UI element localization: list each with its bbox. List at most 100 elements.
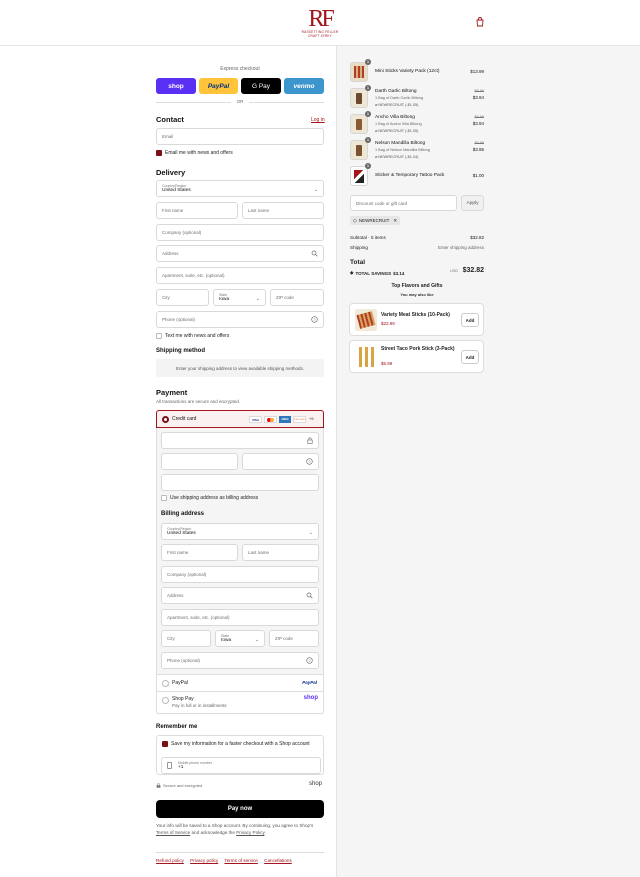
shop-pay-subtitle: Pay in full or in installments	[172, 703, 227, 708]
product-thumbnail	[350, 88, 368, 108]
billing-city-field[interactable]: City	[161, 630, 211, 647]
billing-phone-field[interactable]: Phone (optional) ?	[161, 652, 319, 669]
help-icon[interactable]: ?	[306, 458, 313, 465]
billing-state-select[interactable]: State Iowa ⌄	[215, 630, 265, 647]
last-name-field[interactable]: Last name	[242, 202, 324, 219]
country-select[interactable]: Country/Region United States ⌄	[156, 180, 324, 197]
state-select[interactable]: State Iowa ⌄	[213, 289, 266, 306]
name-on-card-field[interactable]	[161, 474, 319, 491]
billing-last-name-field[interactable]: Last name	[242, 544, 319, 561]
first-name-field[interactable]: First name	[156, 202, 238, 219]
chevron-down-icon: ⌄	[308, 530, 313, 536]
city-field[interactable]: City	[156, 289, 209, 306]
save-info-row[interactable]: Save my information for a faster checkou…	[162, 741, 310, 747]
item-discount: ⌀ NEWRECRUIT (-$1.05)	[375, 129, 419, 133]
add-button[interactable]: Add	[461, 313, 479, 327]
upsell-card: Variety Meat Sticks (10-Pack) $22.99 Add	[349, 303, 484, 336]
billing-address-field[interactable]: Address	[161, 587, 319, 604]
brand-logo[interactable]: RF RASSETTING FELLER CRAFT JERKY	[300, 7, 340, 38]
shopping-bag-icon[interactable]	[475, 17, 485, 27]
total-value: $32.82	[462, 267, 484, 274]
company-field[interactable]: Company (optional)	[156, 224, 324, 241]
billing-first-name-field[interactable]: First name	[161, 544, 238, 561]
item-original-price: $5.99	[474, 115, 484, 119]
security-code-field[interactable]: ?	[242, 453, 319, 470]
terms-of-service-link[interactable]: Terms of service	[224, 858, 257, 863]
credit-card-option[interactable]: Credit card VISA AMEX DISCOVER +5	[156, 410, 324, 428]
text-news-checkbox-row[interactable]: Text me with news and offers	[156, 333, 229, 339]
billing-zip-field[interactable]: ZIP code	[269, 630, 319, 647]
paypal-button[interactable]: PayPal	[199, 78, 238, 94]
apartment-field[interactable]: Apartment, suite, etc. (optional)	[156, 267, 324, 284]
billing-country-select[interactable]: Country/Region United States ⌄	[161, 523, 319, 540]
product-thumbnail	[350, 140, 368, 160]
currency-code: USD	[450, 269, 459, 273]
credit-card-radio[interactable]	[162, 416, 169, 423]
svg-text:?: ?	[308, 658, 311, 663]
shop-privacy-link[interactable]: Privacy Policy	[236, 830, 264, 835]
save-info-checkbox[interactable]	[162, 741, 168, 747]
same-billing-row[interactable]: Use shipping address as billing address	[161, 495, 258, 501]
help-icon[interactable]: ?	[311, 316, 318, 323]
chevron-down-icon: ⌄	[255, 296, 260, 302]
shop-pay-button[interactable]: shop	[156, 78, 196, 94]
total-savings: ◈ TOTAL SAVINGS $3.14	[350, 270, 404, 276]
item-discount: ⌀ NEWRECRUIT (-$1.05)	[375, 103, 419, 107]
shop-terms-link[interactable]: Terms of Service	[156, 830, 190, 835]
email-news-label: Email me with news and offers	[165, 150, 233, 156]
item-price: $3.95	[472, 147, 484, 152]
billing-apartment-field[interactable]: Apartment, suite, etc. (optional)	[161, 609, 319, 626]
remove-discount-icon[interactable]: ✕	[393, 218, 397, 224]
zip-field[interactable]: ZIP code	[270, 289, 324, 306]
card-number-field[interactable]	[161, 432, 319, 449]
shop-pay-radio[interactable]	[162, 697, 169, 704]
google-pay-button[interactable]: G Pay	[241, 78, 281, 94]
help-icon[interactable]: ?	[306, 657, 313, 664]
payment-subtitle: All transactions are secure and encrypte…	[156, 399, 241, 404]
address-field[interactable]: Address	[156, 245, 324, 262]
discount-code-field[interactable]: Discount code or gift card	[350, 195, 457, 211]
login-link[interactable]: Log in	[311, 117, 325, 123]
text-news-checkbox[interactable]	[156, 333, 162, 339]
paypal-radio[interactable]	[162, 680, 169, 687]
mobile-phone-field[interactable]: Mobile phone number +1	[161, 757, 321, 774]
footer-links: Refund policy Privacy policy Terms of se…	[156, 858, 297, 863]
pay-now-button[interactable]: Pay now	[156, 800, 324, 818]
shop-pay-option[interactable]: Shop Pay Pay in full or in installments …	[156, 692, 324, 714]
email-news-checkbox-row[interactable]: Email me with news and offers	[156, 150, 233, 156]
quantity-badge: 1	[365, 163, 371, 169]
item-original-price: $5.99	[474, 141, 484, 145]
cancellations-link[interactable]: Cancellations	[264, 858, 292, 863]
total-label: Total	[350, 259, 366, 266]
phone-field[interactable]: Phone (optional) ?	[156, 311, 324, 328]
paypal-option[interactable]: PayPal PayPal	[156, 675, 324, 692]
disclaimer: Your info will be saved to a Shop accoun…	[156, 823, 324, 836]
chevron-down-icon: ⌄	[313, 187, 318, 193]
billing-address-placeholder: Address	[167, 593, 184, 598]
product-thumbnail	[350, 166, 368, 186]
shipping-label: Shipping	[350, 245, 368, 250]
billing-company-field[interactable]: Company (optional)	[161, 566, 319, 583]
express-checkout-title: Express checkout	[220, 66, 260, 72]
expiration-field[interactable]	[161, 453, 238, 470]
same-billing-checkbox[interactable]	[161, 495, 167, 501]
item-price: $3.94	[472, 121, 484, 126]
product-thumbnail	[350, 114, 368, 134]
apply-button[interactable]: Apply	[461, 195, 484, 211]
state-value: Iowa	[219, 296, 230, 302]
refund-policy-link[interactable]: Refund policy	[156, 858, 184, 863]
brand-tagline: CRAFT JERKY	[308, 34, 332, 38]
visa-logo: VISA	[249, 416, 262, 423]
savings-value: $3.14	[393, 270, 405, 276]
privacy-policy-link[interactable]: Privacy policy	[190, 858, 218, 863]
quantity-badge: 1	[365, 137, 371, 143]
add-button[interactable]: Add	[461, 350, 479, 364]
email-field[interactable]: Email	[156, 128, 324, 145]
item-variant: 1 Bag of Darth Garlic Biltong	[375, 96, 424, 100]
email-news-checkbox[interactable]	[156, 150, 162, 156]
tag-icon: ◇	[353, 217, 357, 224]
venmo-button[interactable]: venmo	[284, 78, 324, 94]
total-row: USD $32.82	[434, 259, 484, 277]
upsell-price: $5.99	[381, 361, 393, 366]
mobile-value: +1	[178, 764, 184, 770]
